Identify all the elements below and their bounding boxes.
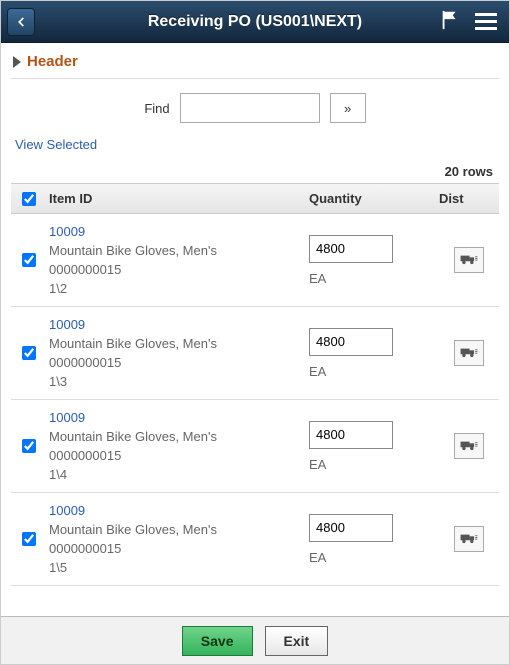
uom-label: EA <box>309 457 439 472</box>
truck-icon <box>460 345 478 362</box>
table-row: 10009 Mountain Bike Gloves, Men's 00000000… <box>11 307 499 400</box>
row-checkbox[interactable] <box>22 439 36 453</box>
grid-body[interactable]: 10009 Mountain Bike Gloves, Men's 00000000… <box>11 214 499 616</box>
select-all-checkbox[interactable] <box>22 192 36 206</box>
column-header-dist[interactable]: Dist <box>439 191 499 206</box>
exit-button[interactable]: Exit <box>265 626 329 656</box>
distribution-button[interactable] <box>454 247 484 273</box>
item-id-link[interactable]: 10009 <box>49 317 309 332</box>
flag-icon[interactable] <box>439 9 461 34</box>
back-button[interactable] <box>7 8 35 36</box>
chevron-double-right-icon: » <box>344 101 351 116</box>
distribution-button[interactable] <box>454 526 484 552</box>
item-contract: 0000000015 <box>49 355 309 370</box>
distribution-button[interactable] <box>454 340 484 366</box>
item-contract: 0000000015 <box>49 262 309 277</box>
page-title: Receiving PO (US001\NEXT) <box>1 13 509 31</box>
item-contract: 0000000015 <box>49 448 309 463</box>
find-input[interactable] <box>180 93 320 123</box>
row-checkbox[interactable] <box>22 253 36 267</box>
uom-label: EA <box>309 364 439 379</box>
distribution-button[interactable] <box>454 433 484 459</box>
row-checkbox[interactable] <box>22 532 36 546</box>
table-row: 10009 Mountain Bike Gloves, Men's 00000000… <box>11 493 499 586</box>
grid: Item ID Quantity Dist 10009 Mountain Bike… <box>11 183 499 616</box>
column-header-qty[interactable]: Quantity <box>309 191 439 206</box>
grid-header: Item ID Quantity Dist <box>11 184 499 214</box>
find-label: Find <box>144 101 169 116</box>
find-lookup-button[interactable]: » <box>330 93 366 123</box>
section-header-label: Header <box>27 53 78 70</box>
item-description: Mountain Bike Gloves, Men's <box>49 522 309 537</box>
divider <box>11 78 499 79</box>
item-id-link[interactable]: 10009 <box>49 410 309 425</box>
item-id-link[interactable]: 10009 <box>49 224 309 239</box>
quantity-input[interactable] <box>309 235 393 263</box>
bottombar: Save Exit <box>1 616 509 664</box>
uom-label: EA <box>309 550 439 565</box>
table-row: 10009 Mountain Bike Gloves, Men's 00000000… <box>11 400 499 493</box>
topbar: Receiving PO (US001\NEXT) <box>1 1 509 43</box>
truck-icon <box>460 438 478 455</box>
view-selected-link[interactable]: View Selected <box>11 133 499 158</box>
table-row: 10009 Mountain Bike Gloves, Men's 00000000… <box>11 214 499 307</box>
truck-icon <box>460 531 478 548</box>
item-description: Mountain Bike Gloves, Men's <box>49 336 309 351</box>
row-count: 20 rows <box>11 158 499 183</box>
row-checkbox[interactable] <box>22 346 36 360</box>
item-line: 1\4 <box>49 467 309 482</box>
item-line: 1\3 <box>49 374 309 389</box>
item-description: Mountain Bike Gloves, Men's <box>49 243 309 258</box>
item-id-link[interactable]: 10009 <box>49 503 309 518</box>
uom-label: EA <box>309 271 439 286</box>
menu-button[interactable] <box>475 13 497 30</box>
quantity-input[interactable] <box>309 514 393 542</box>
chevron-left-icon <box>14 15 28 29</box>
column-header-item[interactable]: Item ID <box>45 191 309 206</box>
quantity-input[interactable] <box>309 328 393 356</box>
header-section-toggle[interactable]: Header <box>11 43 499 78</box>
item-description: Mountain Bike Gloves, Men's <box>49 429 309 444</box>
save-button[interactable]: Save <box>182 626 253 656</box>
truck-icon <box>460 252 478 269</box>
quantity-input[interactable] <box>309 421 393 449</box>
chevron-right-icon <box>13 56 21 68</box>
item-contract: 0000000015 <box>49 541 309 556</box>
item-line: 1\2 <box>49 281 309 296</box>
item-line: 1\5 <box>49 560 309 575</box>
